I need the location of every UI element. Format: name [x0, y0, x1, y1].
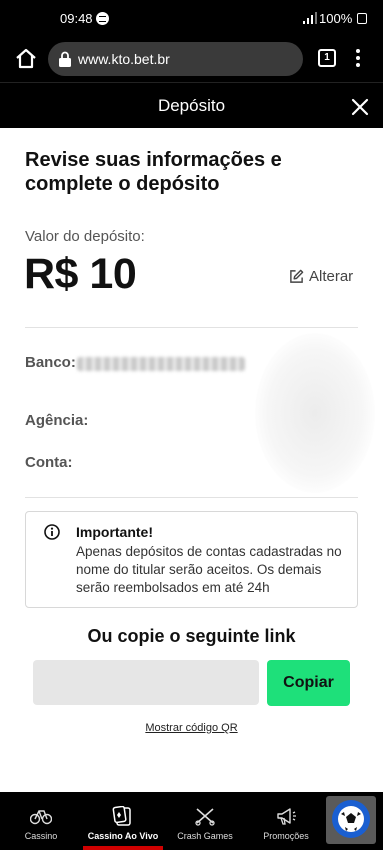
status-bar: 09:48 100% — [0, 0, 383, 38]
nav-label: Cassino — [24, 831, 58, 841]
signal-icon — [303, 12, 317, 24]
nav-item-promocoes[interactable]: Promoções — [246, 792, 326, 850]
nav-label: Cassino Ao Vivo — [87, 831, 159, 841]
home-icon[interactable] — [14, 47, 38, 71]
edit-label: Alterar — [309, 268, 354, 285]
edit-amount-button[interactable]: Alterar — [289, 268, 353, 285]
megaphone-icon — [277, 808, 296, 825]
browser-toolbar: www.kto.bet.br 1 — [0, 38, 383, 82]
url-text: www.kto.bet.br — [78, 51, 170, 67]
modal-title: Depósito — [157, 96, 226, 115]
divider — [25, 497, 358, 498]
nav-item-crash-games[interactable]: Crash Games — [164, 792, 246, 850]
nav-label: Promoções — [263, 831, 309, 841]
bank-value-redacted — [77, 357, 245, 371]
divider — [25, 327, 358, 328]
notice-text: Apenas depósitos de contas cadastradas n… — [76, 544, 342, 595]
bank-label: Banco: — [25, 354, 76, 371]
close-icon[interactable] — [349, 96, 371, 118]
lock-icon — [59, 51, 71, 67]
important-notice: Importante! Apenas depósitos de contas c… — [25, 511, 358, 608]
agency-label: Agência: — [25, 412, 89, 429]
blurred-area — [255, 333, 375, 493]
battery-icon — [357, 13, 367, 24]
battery-text: 100% — [319, 11, 353, 26]
edit-icon — [290, 269, 304, 283]
account-label: Conta: — [25, 454, 73, 471]
info-icon — [44, 524, 60, 540]
modal-header: Depósito — [0, 82, 383, 128]
payment-link-field[interactable] — [33, 660, 259, 705]
address-bar[interactable]: www.kto.bet.br — [48, 42, 303, 76]
cards-icon — [112, 806, 131, 826]
deposit-panel: Revise suas informações e complete o dep… — [0, 128, 383, 792]
nav-item-cassino[interactable]: Cassino — [0, 792, 82, 850]
active-indicator — [83, 846, 163, 850]
amount-label: Valor do depósito: — [25, 228, 145, 245]
spotify-icon — [96, 12, 109, 25]
notice-title: Importante! — [76, 524, 153, 540]
tabs-button[interactable]: 1 — [318, 49, 336, 67]
amount-value: R$ 10 — [24, 250, 137, 298]
status-time: 09:48 — [60, 11, 93, 26]
chat-button[interactable] — [326, 796, 376, 844]
bottom-nav: Cassino Cassino Ao Vivo Crash Games Prom… — [0, 792, 383, 850]
more-icon[interactable] — [355, 48, 361, 70]
bike-icon — [30, 810, 52, 825]
soccer-ball-icon — [332, 800, 370, 838]
copy-heading: Ou copie o seguinte link — [87, 626, 296, 646]
nav-item-cassino-ao-vivo[interactable]: Cassino Ao Vivo — [82, 792, 164, 850]
page-title: Revise suas informações e complete o dep… — [25, 149, 282, 195]
show-qr-link[interactable]: Mostrar código QR — [145, 722, 237, 734]
nav-label: Crash Games — [177, 831, 233, 841]
crossed-icon — [195, 808, 215, 826]
copy-button[interactable]: Copiar — [267, 660, 350, 706]
